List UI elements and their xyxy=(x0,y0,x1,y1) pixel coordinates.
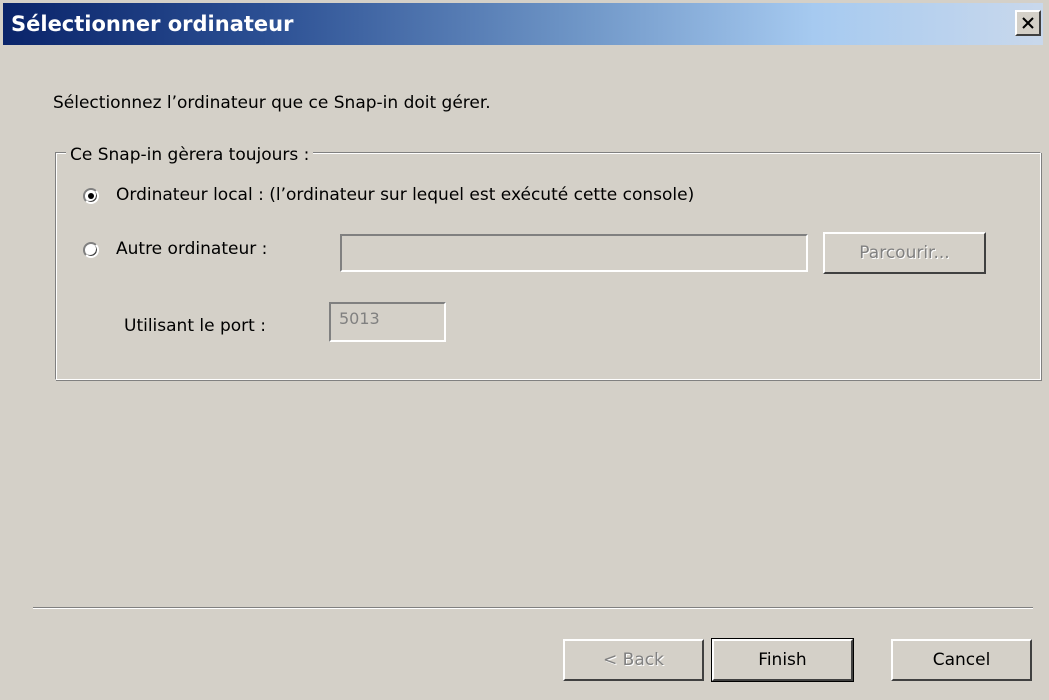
group-box-label: Ce Snap-in gèrera toujours : xyxy=(66,145,314,165)
other-computer-label[interactable]: Autre ordinateur : xyxy=(116,239,267,259)
window-title: Sélectionner ordinateur xyxy=(11,12,294,36)
footer-separator xyxy=(33,607,1033,609)
radio-other-computer[interactable] xyxy=(83,242,99,258)
port-value: 5013 xyxy=(339,309,380,328)
select-computer-dialog: Sélectionner ordinateur Sélectionnez l’o… xyxy=(0,0,1049,700)
back-button[interactable]: < Back xyxy=(563,639,704,681)
computer-name-input[interactable] xyxy=(340,234,808,272)
close-icon xyxy=(1022,17,1034,29)
cancel-button[interactable]: Cancel xyxy=(891,639,1032,681)
instruction-text: Sélectionnez l’ordinateur que ce Snap-in… xyxy=(53,93,491,113)
radio-selected-dot xyxy=(88,193,94,199)
port-input[interactable]: 5013 xyxy=(329,302,446,342)
close-button[interactable] xyxy=(1015,10,1041,36)
browse-button[interactable]: Parcourir... xyxy=(823,232,986,274)
title-bar[interactable]: Sélectionner ordinateur xyxy=(3,3,1043,45)
local-computer-label[interactable]: Ordinateur local : (l’ordinateur sur leq… xyxy=(116,185,694,205)
radio-local-computer[interactable] xyxy=(83,188,99,204)
port-label: Utilisant le port : xyxy=(124,316,266,336)
finish-button[interactable]: Finish xyxy=(711,638,854,682)
